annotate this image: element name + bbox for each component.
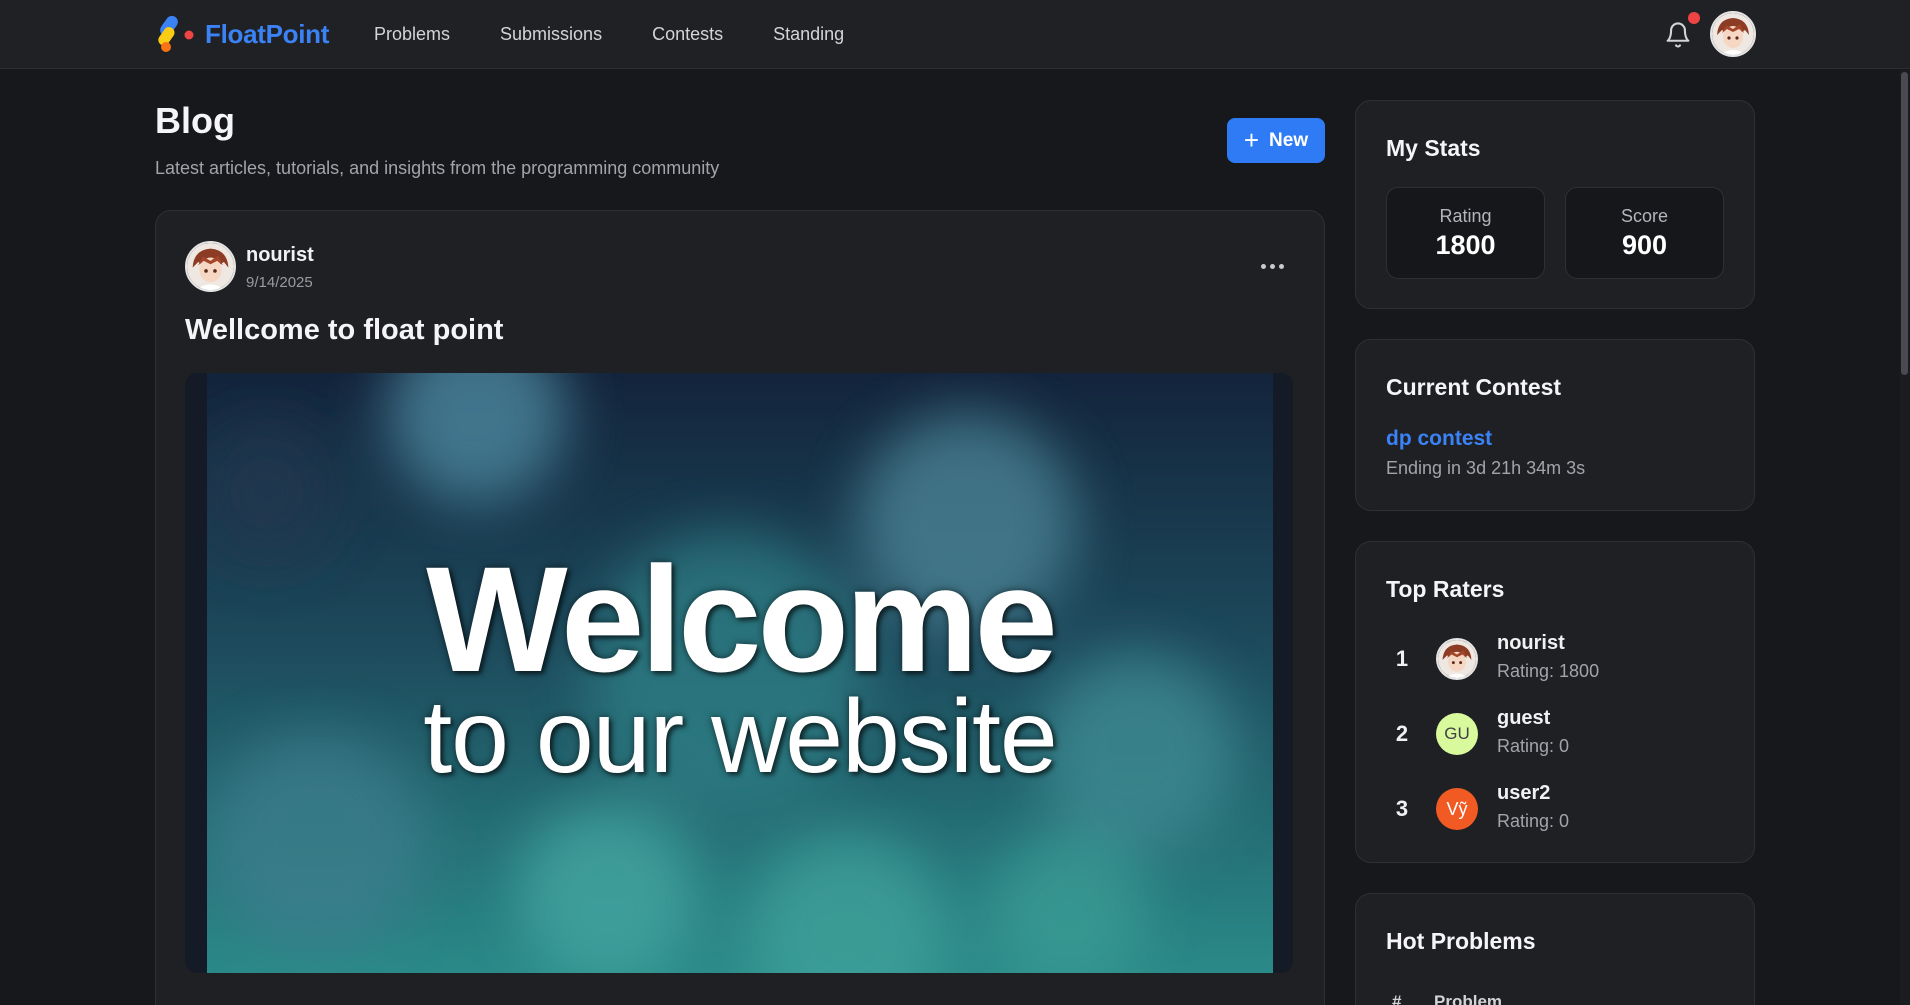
nav-link-submissions[interactable]: Submissions	[500, 24, 602, 45]
score-label: Score	[1620, 206, 1669, 226]
score-stat: Score 900	[1565, 187, 1724, 279]
scrollbar-thumb[interactable]	[1901, 72, 1908, 375]
rater-row[interactable]: 3 Vỹ user2 Rating: 0	[1386, 782, 1726, 838]
current-contest-title: Current Contest	[1386, 374, 1562, 400]
rater-rank: 3	[1395, 796, 1409, 821]
post-author-name[interactable]: nourist	[246, 244, 314, 267]
new-post-button[interactable]: + New	[1227, 118, 1325, 163]
rater-name[interactable]: nourist	[1497, 632, 1565, 655]
rating-stat: Rating 1800	[1386, 187, 1545, 279]
my-stats-card: My Stats Rating 1800 Score 900	[1355, 100, 1755, 309]
hot-col-number: #	[1392, 992, 1402, 1005]
top-nav: FloatPoint Problems Submissions Contests…	[0, 0, 1910, 69]
hot-problems-card: Hot Problems # Problem	[1355, 893, 1755, 1005]
hot-problems-title: Hot Problems	[1386, 928, 1536, 954]
rater-row[interactable]: 2 GU guest Rating: 0	[1386, 707, 1726, 763]
score-value: 900	[1621, 230, 1668, 260]
rating-value: 1800	[1435, 230, 1496, 260]
new-post-label: New	[1269, 129, 1309, 151]
plus-icon: +	[1243, 124, 1260, 155]
contest-link[interactable]: dp contest	[1386, 427, 1492, 451]
rater-name[interactable]: user2	[1497, 782, 1550, 805]
user-avatar[interactable]	[1710, 11, 1756, 57]
current-contest-card: Current Contest dp contest Ending in 3d …	[1355, 339, 1755, 511]
nav-link-problems[interactable]: Problems	[374, 24, 450, 45]
rater-rank: 1	[1395, 646, 1409, 671]
more-options-icon[interactable]	[1256, 252, 1288, 280]
brand-logo-icon	[153, 14, 195, 54]
rater-avatar[interactable]: Vỹ	[1436, 788, 1478, 830]
post-author-avatar[interactable]	[185, 241, 236, 292]
rater-rank: 2	[1395, 721, 1409, 746]
page-title: Blog	[155, 100, 235, 141]
nav-link-standing[interactable]: Standing	[773, 24, 844, 45]
contest-countdown: Ending in 3d 21h 34m 3s	[1386, 458, 1586, 478]
my-stats-title: My Stats	[1386, 135, 1481, 161]
rater-avatar[interactable]	[1436, 638, 1478, 680]
hot-col-problem: Problem	[1434, 992, 1503, 1005]
post-cover-image: Welcome to our website	[207, 373, 1273, 973]
top-raters-card: Top Raters 1 nourist Rating: 1800 2 GU g…	[1355, 541, 1755, 863]
cover-text-line2: to our website	[423, 679, 1057, 795]
post-image-frame: Welcome to our website	[185, 373, 1293, 973]
page-subtitle: Latest articles, tutorials, and insights…	[155, 158, 720, 178]
rater-rating: Rating: 1800	[1497, 661, 1600, 681]
rater-avatar[interactable]: GU	[1436, 713, 1478, 755]
notification-dot	[1688, 12, 1700, 24]
rater-rating: Rating: 0	[1497, 736, 1570, 756]
rater-row[interactable]: 1 nourist Rating: 1800	[1386, 632, 1726, 688]
cover-image-caption: Welcome to our website	[207, 373, 1273, 973]
nav-links: Problems Submissions Contests Standing	[374, 0, 844, 69]
post-date: 9/14/2025	[246, 274, 313, 291]
notification-bell-icon[interactable]	[1664, 20, 1692, 50]
rater-name[interactable]: guest	[1497, 707, 1550, 730]
post-title[interactable]: Wellcome to float point	[185, 314, 503, 347]
top-raters-title: Top Raters	[1386, 576, 1505, 602]
nav-link-contests[interactable]: Contests	[652, 24, 723, 45]
brand[interactable]: FloatPoint	[153, 14, 329, 54]
rating-label: Rating	[1439, 206, 1492, 226]
rater-rating: Rating: 0	[1497, 811, 1570, 831]
brand-name[interactable]: FloatPoint	[205, 19, 329, 50]
